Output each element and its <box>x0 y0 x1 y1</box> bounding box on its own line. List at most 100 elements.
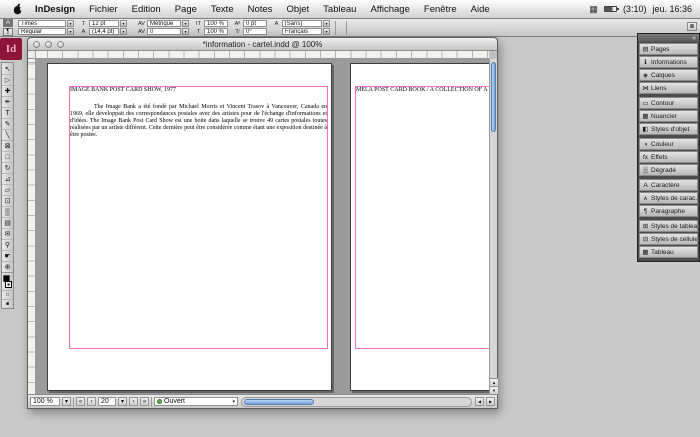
font-style-field[interactable]: Regular <box>18 28 66 35</box>
page-left[interactable]: IMAGE BANK POST CARD SHOW, 1977 The Imag… <box>47 63 332 391</box>
scroll-right-button[interactable]: ▶ <box>486 397 495 406</box>
menu-page[interactable]: Page <box>168 4 204 15</box>
character-mode-button[interactable]: A <box>3 19 13 27</box>
skew-field[interactable]: 0° <box>243 28 267 35</box>
font-style-dropdown-icon[interactable]: ▾ <box>67 28 74 35</box>
character-style-field[interactable]: [Sans] <box>282 20 322 27</box>
panel-tab-informations[interactable]: ℹInformations <box>639 56 698 68</box>
frame-tool[interactable]: ⊠ <box>2 140 13 151</box>
preview-view-button[interactable]: ■ <box>2 299 13 308</box>
menu-clock[interactable]: jeu. 16:36 <box>652 4 692 14</box>
zoom-field[interactable]: 100 % <box>30 397 60 406</box>
menu-texte[interactable]: Texte <box>204 4 241 15</box>
baseline-shift-field[interactable]: 0 pt <box>243 20 267 27</box>
vertical-scale-field[interactable]: 100 % <box>204 20 228 27</box>
menu-objet[interactable]: Objet <box>279 4 316 15</box>
shear-tool[interactable]: ▱ <box>2 184 13 195</box>
text-frame-right[interactable]: MELA POST CARD BOOK / A COLLECTION OF A <box>356 87 489 104</box>
panel-tab-liens[interactable]: ⋈Liens <box>639 82 698 94</box>
window-title-bar[interactable]: *information - cartel.indd @ 100% <box>28 38 497 51</box>
versioncue-status[interactable]: Ouvert ▾ <box>154 397 238 406</box>
free-transform-tool[interactable]: ⊡ <box>2 195 13 206</box>
font-family-field[interactable]: Times <box>18 20 66 27</box>
leading-field[interactable]: (14,4 pt) <box>89 28 119 35</box>
position-tool[interactable]: ✚ <box>2 85 13 96</box>
panel-tab-styles-de-carac[interactable]: ᴀStyles de carac... <box>639 192 698 204</box>
font-size-field[interactable]: 12 pt <box>89 20 119 27</box>
menu-tableau[interactable]: Tableau <box>316 4 363 15</box>
menu-fen-tre[interactable]: Fenêtre <box>417 4 464 15</box>
panel-tab-effets[interactable]: fxEffets <box>639 151 698 163</box>
panel-tab-paragraphe[interactable]: ¶Paragraphe <box>639 205 698 217</box>
menu-indesign[interactable]: InDesign <box>28 4 82 15</box>
character-style-dropdown-icon[interactable]: ▾ <box>323 20 330 27</box>
document-canvas[interactable]: IMAGE BANK POST CARD SHOW, 1977 The Imag… <box>36 59 489 394</box>
scroll-left-button[interactable]: ◀ <box>475 397 484 406</box>
note-tool[interactable]: ✉ <box>2 228 13 239</box>
hand-tool[interactable]: ☛ <box>2 250 13 261</box>
panel-tab-styles-de-cellule[interactable]: ⊟Styles de cellule <box>639 233 698 245</box>
close-button[interactable] <box>33 41 40 48</box>
last-page-button[interactable]: » <box>140 397 149 406</box>
panel-tab-tableau[interactable]: ▦Tableau <box>639 246 698 258</box>
eyedropper-tool[interactable]: ⚲ <box>2 239 13 250</box>
zoom-dropdown-icon[interactable]: ▾ <box>62 397 71 406</box>
selection-tool[interactable]: ↖ <box>2 63 13 74</box>
panel-tab-couleur[interactable]: ◑Couleur <box>639 138 698 150</box>
panel-tab-pages[interactable]: ▤Pages <box>639 43 698 55</box>
minimize-button[interactable] <box>45 41 52 48</box>
ruler-origin-corner[interactable] <box>28 51 36 59</box>
page-dropdown-icon[interactable]: ▾ <box>118 397 127 406</box>
menu-edition[interactable]: Edition <box>125 4 168 15</box>
rotate-tool[interactable]: ↻ <box>2 162 13 173</box>
line-tool[interactable]: ╲ <box>2 129 13 140</box>
vertical-scrollbar[interactable]: ▲ ▼ <box>489 59 497 394</box>
language-field[interactable]: Français <box>282 28 322 35</box>
language-dropdown-icon[interactable]: ▾ <box>323 28 330 35</box>
panel-tab-caract-re[interactable]: ACaractère <box>639 179 698 191</box>
tracking-dropdown-icon[interactable]: ▾ <box>182 28 189 35</box>
menu-aide[interactable]: Aide <box>464 4 497 15</box>
panel-tab-styles-de-tableau[interactable]: ⊞Styles de tableau <box>639 220 698 232</box>
panel-menu-button[interactable]: ≣ <box>687 22 697 31</box>
kerning-field[interactable]: Métrique <box>147 20 181 27</box>
horizontal-scrollbar[interactable] <box>241 397 472 407</box>
pencil-tool[interactable]: ✎ <box>2 118 13 129</box>
vertical-scroll-thumb[interactable] <box>491 62 496 132</box>
kerning-dropdown-icon[interactable]: ▾ <box>182 20 189 27</box>
dock-header[interactable]: « <box>638 34 699 42</box>
font-size-dropdown-icon[interactable]: ▾ <box>120 20 127 27</box>
menu-notes[interactable]: Notes <box>241 4 280 15</box>
menu-fichier[interactable]: Fichier <box>82 4 125 15</box>
panel-tab-nuancier[interactable]: ▦Nuancier <box>639 110 698 122</box>
font-family-dropdown-icon[interactable]: ▾ <box>67 20 74 27</box>
tracking-field[interactable]: 0 <box>147 28 181 35</box>
stroke-color-swatch[interactable] <box>5 281 12 288</box>
scroll-up-button[interactable]: ▲ <box>490 378 498 386</box>
input-menu-icon[interactable]: ▦ <box>589 4 598 15</box>
text-frame-left[interactable]: IMAGE BANK POST CARD SHOW, 1977 The Imag… <box>70 87 327 139</box>
gradient-feather-tool[interactable]: ▤ <box>2 217 13 228</box>
paragraph-mode-button[interactable]: ¶ <box>3 28 13 36</box>
pen-tool[interactable]: ✒ <box>2 96 13 107</box>
type-tool[interactable]: T <box>2 107 13 118</box>
zoom-tool[interactable]: ⊕ <box>2 261 13 272</box>
page-number-field[interactable]: 20 <box>98 397 116 406</box>
panel-tab-d-grad[interactable]: ▒Dégradé <box>639 164 698 176</box>
panel-tab-calques[interactable]: ◈Calques <box>639 69 698 81</box>
rectangle-tool[interactable]: □ <box>2 151 13 162</box>
apple-menu[interactable] <box>8 3 28 15</box>
page-right[interactable]: MELA POST CARD BOOK / A COLLECTION OF A <box>350 63 489 391</box>
gradient-tool[interactable]: ▒ <box>2 206 13 217</box>
panel-tab-contour[interactable]: ▭Contour <box>639 97 698 109</box>
ruler-vertical[interactable] <box>28 59 36 394</box>
expand-dock-icon[interactable]: « <box>692 35 696 42</box>
prev-page-button[interactable]: ‹ <box>87 397 96 406</box>
horizontal-scale-field[interactable]: 100 % <box>204 28 228 35</box>
scale-tool[interactable]: ⊿ <box>2 173 13 184</box>
ruler-horizontal[interactable] <box>36 51 489 59</box>
scroll-down-button[interactable]: ▼ <box>490 386 498 394</box>
horizontal-scroll-thumb[interactable] <box>244 399 314 405</box>
menu-affichage[interactable]: Affichage <box>363 4 416 15</box>
panel-tab-styles-d-objet[interactable]: ◧Styles d'objet <box>639 123 698 135</box>
